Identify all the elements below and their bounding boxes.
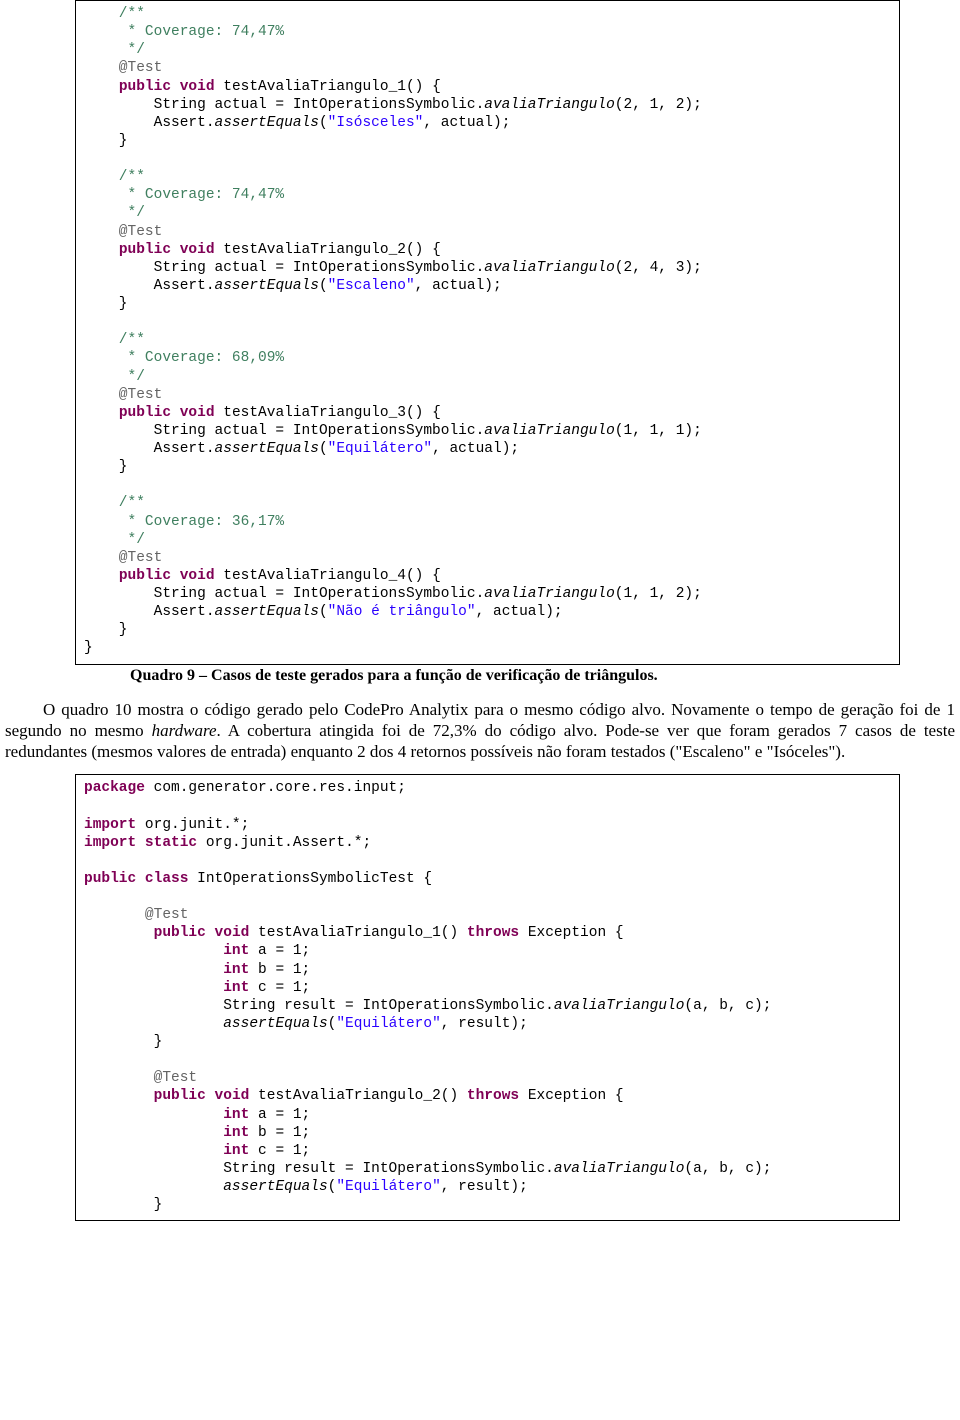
paragraph-body: O quadro 10 mostra o código gerado pelo … — [0, 699, 960, 763]
code-block-1: /** * Coverage: 74,47% */ @Test public v… — [75, 0, 900, 665]
code-text-1: /** * Coverage: 74,47% */ @Test public v… — [84, 5, 891, 658]
code-text-2: package com.generator.core.res.input; im… — [84, 779, 891, 1214]
code-block-2: package com.generator.core.res.input; im… — [75, 774, 900, 1221]
figure-caption-9: Quadro 9 – Casos de teste gerados para a… — [130, 667, 960, 685]
